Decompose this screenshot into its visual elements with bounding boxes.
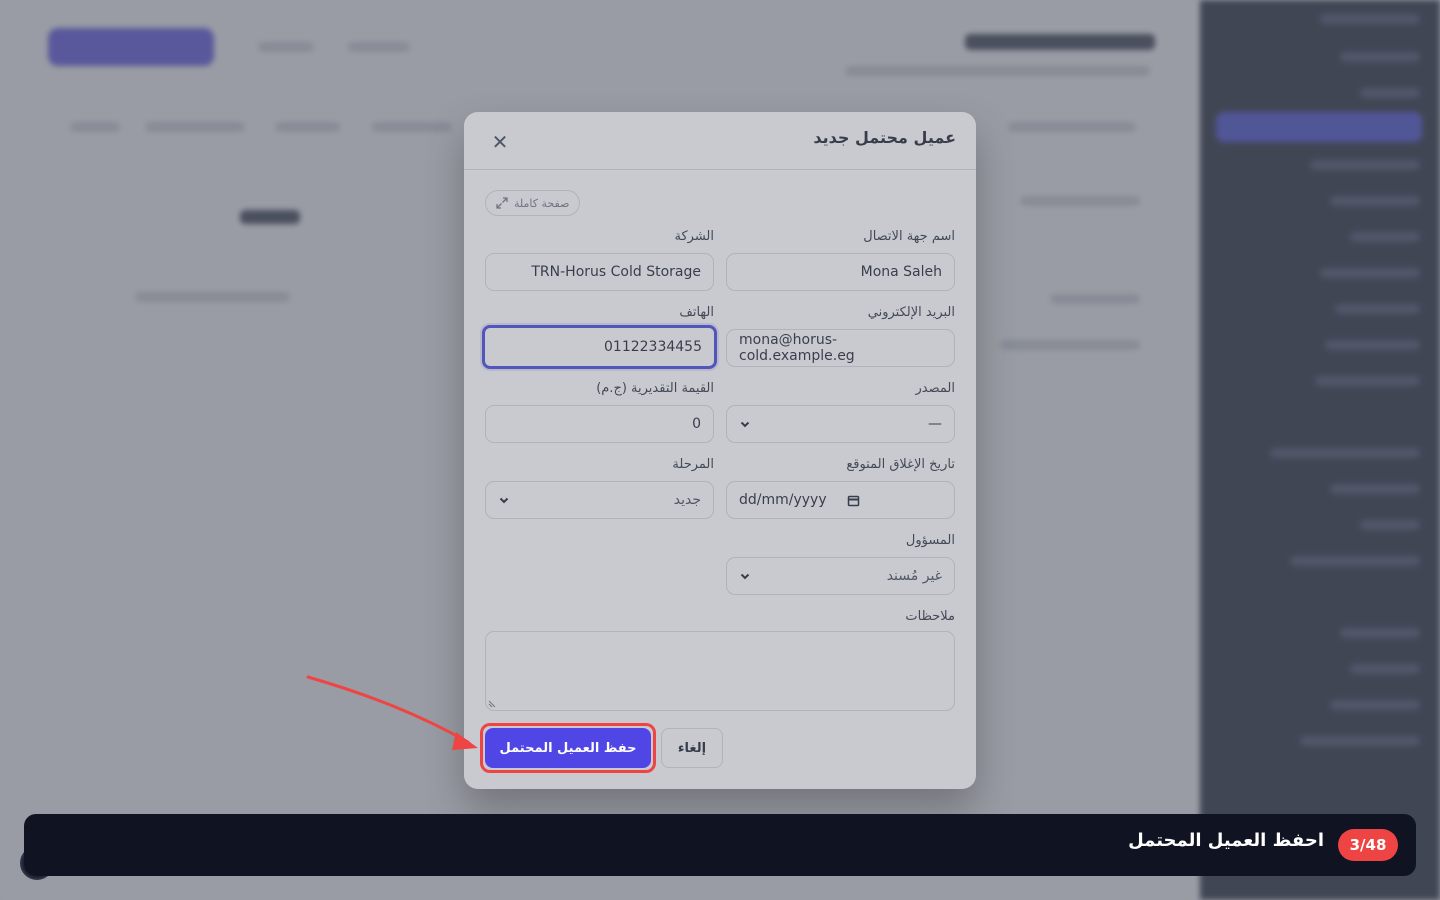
phone-input[interactable]: 01122334455: [482, 325, 717, 369]
company-input[interactable]: TRN-Horus Cold Storage: [485, 253, 714, 291]
pointer-arrow-icon: [306, 675, 478, 750]
chevron-down-icon: [499, 497, 509, 504]
contact-name-value: Mona Saleh: [860, 264, 942, 280]
estimated-value-value: 0: [692, 416, 701, 432]
owner-select[interactable]: غير مُسند: [726, 557, 955, 595]
fullpage-label: صفحة كاملة: [514, 196, 570, 210]
close-icon[interactable]: ✕: [488, 130, 512, 154]
stage-label: المرحلة: [672, 457, 714, 472]
tour-step-bar: 3/48 احفظ العميل المحتمل: [24, 814, 1416, 876]
expand-icon: [496, 197, 508, 209]
new-lead-modal: عميل محتمل جديد ✕ صفحة كاملة اسم جهة الا…: [464, 112, 976, 789]
email-value: mona@horus-cold.example.eg: [739, 332, 855, 364]
modal-title: عميل محتمل جديد: [813, 128, 956, 147]
email-label: البريد الإلكتروني: [867, 305, 955, 320]
stage-value: جديد: [673, 492, 701, 508]
expected-close-input[interactable]: dd/mm/yyyy: [726, 481, 955, 519]
estimated-value-input[interactable]: 0: [485, 405, 714, 443]
source-select[interactable]: —: [726, 405, 955, 443]
expected-close-placeholder: dd/mm/yyyy: [739, 492, 827, 508]
stage-select[interactable]: جديد: [485, 481, 714, 519]
cancel-button[interactable]: إلغاء: [661, 728, 723, 768]
chevron-down-icon: [740, 421, 750, 428]
tour-step-title: احفظ العميل المحتمل: [1128, 830, 1324, 851]
step-counter-badge: 3/48: [1338, 829, 1398, 861]
source-value: —: [928, 416, 942, 432]
owner-value: غير مُسند: [886, 568, 942, 584]
chevron-down-icon: [740, 573, 750, 580]
phone-label: الهاتف: [679, 305, 714, 320]
fullpage-button[interactable]: صفحة كاملة: [485, 190, 581, 216]
owner-label: المسؤول: [905, 533, 955, 548]
company-value: TRN-Horus Cold Storage: [531, 264, 701, 280]
contact-name-input[interactable]: Mona Saleh: [726, 253, 955, 291]
notes-label: ملاحظات: [905, 609, 955, 624]
phone-value: 01122334455: [604, 339, 702, 355]
calendar-icon[interactable]: [847, 494, 860, 507]
contact-name-label: اسم جهة الاتصال: [863, 229, 955, 244]
estimated-value-label: القيمة التقديرية (ج.م): [596, 381, 714, 396]
email-input[interactable]: mona@horus-cold.example.eg: [726, 329, 955, 367]
source-label: المصدر: [915, 381, 955, 396]
notes-textarea[interactable]: [485, 631, 955, 711]
company-label: الشركة: [674, 229, 714, 244]
save-lead-button[interactable]: حفظ العميل المحتمل: [485, 728, 651, 768]
expected-close-label: تاريخ الإغلاق المتوقع: [846, 457, 955, 472]
modal-header: عميل محتمل جديد ✕: [464, 112, 976, 170]
